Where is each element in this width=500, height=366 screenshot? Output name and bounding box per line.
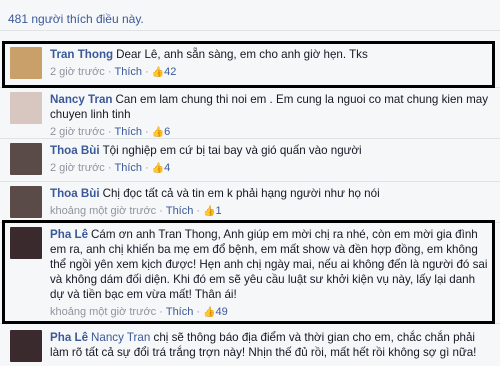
thumbs-up-icon: 👍 (151, 67, 165, 78)
thumbs-up-icon: 👍 (151, 163, 165, 174)
comment-item: Tran Thong Dear Lê, anh sẵn sàng, em cho … (0, 43, 500, 88)
comment-author[interactable]: Nancy Tran (50, 93, 113, 106)
likes-summary[interactable]: 481 người thích điều này. (8, 12, 144, 26)
thumbs-up-icon: 👍 (203, 206, 216, 217)
like-button[interactable]: Thích (114, 66, 142, 78)
comment-mention[interactable]: Nancy Tran (91, 331, 150, 344)
comment-author[interactable]: Tran Thong (50, 48, 113, 61)
like-count[interactable]: 49 (215, 306, 227, 318)
like-button[interactable]: Thích (114, 126, 142, 138)
comment-author[interactable]: Pha Lê (50, 331, 88, 344)
comment-text: Can em lam chung thi noi em . Em cung la… (50, 93, 488, 121)
comment-text: Tội nghiệp em cứ bị tai bay và gió quấn … (102, 144, 362, 157)
avatar[interactable] (10, 330, 42, 362)
likes-summary-bar: 481 người thích điều này. (0, 0, 500, 31)
avatar[interactable] (10, 227, 42, 259)
comment-item: Thoa Bùi Tội nghiệp em cứ bị tai bay và g… (0, 139, 500, 182)
comment-text: Dear Lê, anh sẵn sàng, em cho anh giờ hẹ… (116, 48, 368, 61)
like-button[interactable]: Thích (114, 162, 142, 174)
like-count[interactable]: 6 (164, 126, 170, 138)
comment-text: Cám ơn anh Tran Thong, Anh giúp em mời c… (50, 228, 488, 301)
thumbs-up-icon: 👍 (203, 307, 216, 318)
comment-item: Nancy Tran Can em lam chung thi noi em . … (0, 88, 500, 139)
avatar[interactable] (10, 186, 42, 218)
comment-time[interactable]: 2 giờ trước (50, 126, 105, 138)
avatar[interactable] (10, 47, 42, 79)
like-button[interactable]: Thích (166, 205, 194, 217)
comment-time[interactable]: 2 giờ trước (50, 66, 105, 78)
comment-item: Pha Lê Cám ơn anh Tran Thong, Anh giúp em… (0, 223, 500, 324)
comment-text: Chị đọc tất cả và tin em k phải hạng ngư… (102, 187, 380, 200)
comment-time[interactable]: khoảng một giờ trước (50, 306, 156, 318)
like-count[interactable]: 1 (215, 205, 221, 217)
comment-author[interactable]: Thoa Bùi (50, 144, 100, 157)
like-count[interactable]: 42 (164, 66, 176, 78)
thumbs-up-icon: 👍 (151, 127, 165, 138)
avatar[interactable] (10, 143, 42, 175)
comment-item: Pha Lê Nancy Tran chị sẽ thông báo địa đi… (0, 326, 500, 366)
like-count[interactable]: 4 (164, 162, 170, 174)
comment-author[interactable]: Thoa Bùi (50, 187, 100, 200)
comment-time[interactable]: khoảng một giờ trước (50, 205, 156, 217)
like-button[interactable]: Thích (166, 306, 194, 318)
avatar[interactable] (10, 92, 42, 124)
comment-author[interactable]: Pha Lê (50, 228, 88, 241)
comment-item: Thoa Bùi Chị đọc tất cả và tin em k phải … (0, 182, 500, 223)
comment-time[interactable]: 2 giờ trước (50, 162, 105, 174)
